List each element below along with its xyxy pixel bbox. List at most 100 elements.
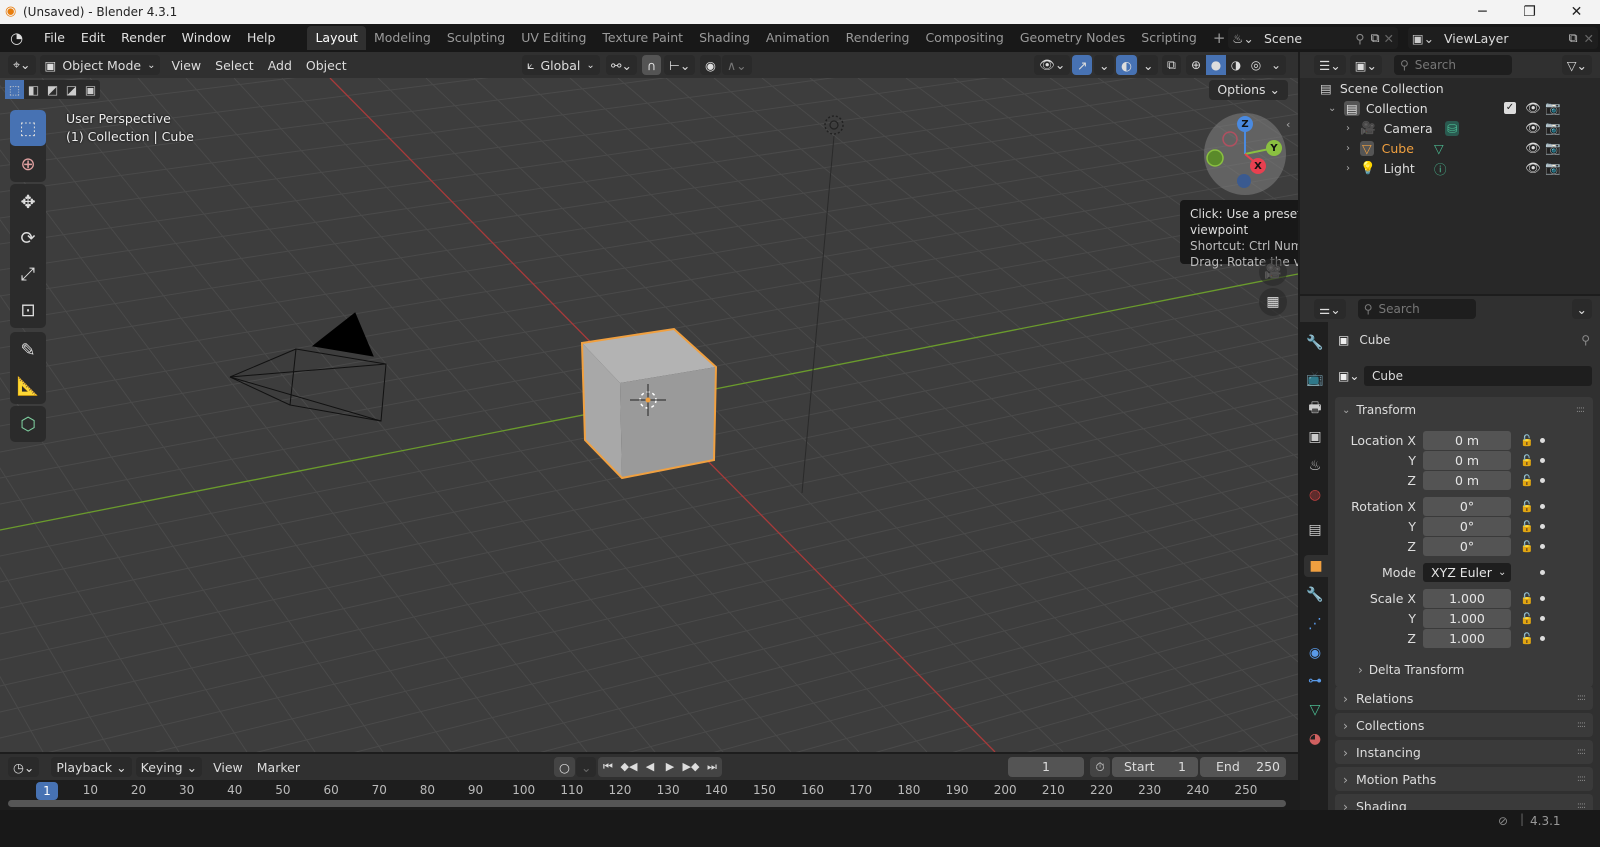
jump-to-start-button[interactable]: ⏮ — [598, 757, 618, 777]
display-mode-button[interactable]: ▣⌄ — [1349, 55, 1382, 75]
constraints-tab[interactable]: ⊶ — [1304, 670, 1326, 692]
lock-icon[interactable]: 🔓 — [1520, 474, 1534, 487]
annotate-tool[interactable]: ✎ — [10, 332, 46, 368]
use-preview-range-toggle[interactable]: ⏱ — [1090, 757, 1110, 777]
data-tab[interactable]: ▽ — [1304, 699, 1326, 721]
expand-icon[interactable]: › — [1346, 163, 1358, 174]
lock-icon[interactable]: 🔓 — [1520, 520, 1534, 533]
scale-z-field[interactable]: 1.000 — [1423, 628, 1511, 648]
render-tab[interactable]: 📺 — [1304, 368, 1326, 390]
drag-grip-icon[interactable]: :::: — [1576, 405, 1585, 415]
object-name-field[interactable]: Cube — [1364, 366, 1592, 386]
camera-render-icon[interactable]: 📷 — [1545, 100, 1561, 116]
move-tool[interactable]: ✥ — [10, 184, 46, 220]
keyframe-dot-icon[interactable] — [1540, 477, 1545, 483]
scene-selector[interactable]: ♨⌄ Scene ⚲ ⧉ ✕ — [1228, 27, 1398, 49]
tab-compositing[interactable]: Compositing — [917, 26, 1011, 50]
scene-tab[interactable]: ♨ — [1304, 455, 1326, 477]
modifier-tab[interactable]: 🔧 — [1304, 584, 1326, 606]
end-frame-field[interactable]: End 250 — [1200, 757, 1286, 777]
pivot-point-button[interactable]: ⚯⌄ — [606, 55, 637, 75]
expand-icon[interactable]: ⌄ — [1328, 103, 1340, 114]
rendered-shading-button[interactable]: ◎ — [1246, 55, 1266, 75]
select-new-icon[interactable]: ⬚ — [5, 80, 24, 99]
rotation-z-field[interactable]: 0° — [1423, 536, 1511, 556]
physics-tab[interactable]: ◉ — [1304, 642, 1326, 664]
tab-uv-editing[interactable]: UV Editing — [513, 26, 594, 50]
properties-editor-type-button[interactable]: ⚌⌄ — [1314, 299, 1346, 319]
pin-icon[interactable]: ⚲ — [1581, 333, 1590, 347]
solid-shading-button[interactable]: ● — [1206, 55, 1226, 75]
select-box-tool[interactable]: ⬚ — [10, 110, 46, 146]
proportional-edit-toggle[interactable]: ◉ — [700, 55, 721, 75]
camera-data-icon[interactable]: ⛁ — [1445, 120, 1460, 136]
xray-toggle[interactable]: ⧉ — [1162, 55, 1181, 75]
timeline-editor-type-button[interactable]: ◷⌄ — [8, 757, 40, 777]
output-tab[interactable]: 🖶 — [1304, 398, 1326, 420]
rotation-y-field[interactable]: 0° — [1423, 516, 1511, 536]
playback-menu[interactable]: Playback ⌄ — [51, 757, 132, 777]
measure-tool[interactable]: 📐 — [10, 368, 46, 404]
jump-to-next-keyframe-button[interactable]: ▶◆ — [680, 757, 702, 777]
3d-viewport[interactable]: ⬚ ◧ ◩ ◪ ▣ ⬚ ⊕ ✥ ⟳ ⤢ ⊡ ✎ 📐 ⬡ User Perspec… — [0, 78, 1298, 752]
tool-tab[interactable]: 🔧 — [1304, 332, 1326, 354]
minimize-button[interactable]: ─ — [1459, 0, 1506, 24]
pin-icon[interactable]: ⚲ — [1355, 31, 1364, 46]
viewport-menu-view[interactable]: View — [164, 58, 208, 73]
menu-edit[interactable]: Edit — [73, 27, 113, 49]
material-shading-button[interactable]: ◑ — [1226, 55, 1246, 75]
outliner-item-camera[interactable]: › 🎥 Camera ⛁ 👁 📷 — [1300, 118, 1600, 138]
outliner-item-cube[interactable]: › ▽ Cube ▽ 👁 📷 — [1300, 138, 1600, 158]
editor-type-button[interactable]: ⌖⌄ — [8, 55, 36, 75]
timeline-menu-view[interactable]: View — [206, 760, 250, 775]
delta-transform-header[interactable]: › Delta Transform — [1328, 660, 1600, 680]
instancing-panel[interactable]: › Instancing:::: — [1335, 740, 1593, 764]
camera-render-icon[interactable]: 📷 — [1545, 160, 1561, 176]
gizmo-x-axis[interactable]: X — [1250, 158, 1266, 174]
location-x-field[interactable]: 0 m — [1423, 430, 1511, 450]
outliner-editor-type-button[interactable]: ☰⌄ — [1314, 55, 1346, 75]
expand-icon[interactable]: › — [1346, 123, 1358, 134]
menu-help[interactable]: Help — [239, 27, 284, 49]
new-scene-icon[interactable]: ⧉ — [1371, 30, 1380, 46]
auto-keying-dropdown[interactable]: ⌄ — [576, 757, 597, 777]
keyframe-dot-icon[interactable] — [1540, 457, 1545, 463]
collection-tab[interactable]: ▤ — [1304, 519, 1326, 541]
drag-grip-icon[interactable]: :::: — [1577, 693, 1586, 703]
keying-menu[interactable]: Keying ⌄ — [135, 757, 203, 777]
tab-sculpting[interactable]: Sculpting — [439, 26, 513, 50]
transform-panel-header[interactable]: ⌄ Transform :::: — [1328, 400, 1600, 420]
lock-icon[interactable]: 🔓 — [1520, 632, 1534, 645]
viewport-menu-select[interactable]: Select — [208, 58, 261, 73]
start-frame-field[interactable]: Start 1 — [1112, 757, 1198, 777]
select-intersect-icon[interactable]: ▣ — [81, 80, 100, 99]
timeline-ruler[interactable]: 1 10 20 30 40 50 60 70 80 90 100 110 120 130 140 150 16… — [0, 780, 1298, 810]
timeline-scrollbar[interactable] — [8, 800, 1286, 807]
viewport-menu-add[interactable]: Add — [261, 58, 299, 73]
drag-grip-icon[interactable]: :::: — [1577, 774, 1586, 784]
keyframe-dot-icon[interactable] — [1540, 569, 1545, 575]
outliner-scene-collection[interactable]: ▤ Scene Collection — [1300, 78, 1600, 98]
object-tab[interactable]: ■ — [1304, 555, 1328, 577]
camera-view-button[interactable]: 🎥 — [1259, 258, 1287, 286]
rotate-tool[interactable]: ⟳ — [10, 220, 46, 256]
tab-shading[interactable]: Shading — [691, 26, 758, 50]
tab-scripting[interactable]: Scripting — [1133, 26, 1205, 50]
shading-panel[interactable]: › Shading:::: — [1335, 794, 1593, 810]
cursor-tool[interactable]: ⊕ — [10, 146, 46, 182]
mesh-data-icon[interactable]: ▽ — [1434, 141, 1444, 156]
keyframe-dot-icon[interactable] — [1540, 635, 1545, 641]
mode-dropdown[interactable]: ▣ Object Mode ⌄ — [39, 55, 161, 75]
sidebar-toggle-icon[interactable]: ‹ — [1286, 118, 1296, 134]
camera-render-icon[interactable]: 📷 — [1545, 120, 1561, 136]
viewport-menu-object[interactable]: Object — [299, 58, 354, 73]
menu-render[interactable]: Render — [113, 27, 174, 49]
tab-modeling[interactable]: Modeling — [366, 26, 439, 50]
relations-panel[interactable]: › Relations:::: — [1335, 686, 1593, 710]
view-layer-tab[interactable]: ▣ — [1304, 426, 1326, 448]
overlays-dropdown[interactable]: ⌄ — [1138, 55, 1159, 75]
outliner-collection[interactable]: ⌄ ▤ Collection ✓ 👁 📷 — [1300, 98, 1600, 118]
tab-animation[interactable]: Animation — [758, 26, 838, 50]
drag-grip-icon[interactable]: :::: — [1577, 747, 1586, 757]
expand-icon[interactable]: › — [1346, 143, 1358, 154]
